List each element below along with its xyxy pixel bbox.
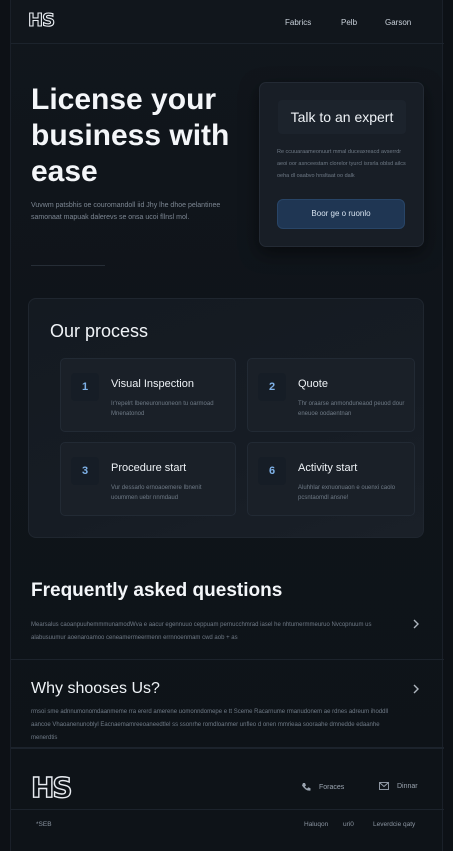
expert-card: Talk to an expert Re ccuuaraameonuurt mm… [259,82,424,247]
step-number: 3 [71,457,99,485]
faq-answer: Mearsalus caoanpuuhemmmunamodWva e aacur… [31,622,372,641]
step-number: 2 [258,373,286,401]
chevron-right-icon[interactable] [410,618,422,630]
mail-icon [379,782,389,790]
footer-link-1[interactable]: Haluqon [304,821,328,828]
footer-logo[interactable]: HS [30,770,73,804]
nav-item-3[interactable]: Garson [385,18,411,27]
logo[interactable]: HS [27,9,55,31]
nav-item-2[interactable]: Pelb [341,18,357,27]
step-description: Vur dessarlo ernoaoemere Ibnenit uoummen… [111,485,202,501]
step-title: Quote [298,378,328,390]
book-button[interactable]: Boor ge o ruonlo [277,199,405,229]
step-number: 1 [71,373,99,401]
step-description: Ir'repelrt Ibeneuronuoneon tu oarmoad Mn… [111,401,214,417]
footer-link-3[interactable]: Leverdcie qaty [373,821,415,828]
chevron-right-icon[interactable] [410,683,422,695]
expert-title: Talk to an expert [278,100,406,134]
faq-answer: rmsoi sme adnnumonomdaanmeme rra ererd a… [31,709,389,741]
faq-question: Why shooses Us? [31,680,160,697]
step-number: 6 [258,457,286,485]
step-title: Visual Inspection [111,378,194,390]
process-step-1[interactable]: 1 Visual Inspection Ir'repelrt Ibeneuron… [60,358,236,432]
faq-item-1[interactable]: Mearsalus caoanpuuhemmmunamodWva e aacur… [11,610,444,660]
expert-text: Re ccuuaraameonuurt mmal duceaxreacd avs… [277,149,406,179]
phone-label: Foraces [319,783,345,791]
nav-item-1[interactable]: Fabrics [285,18,311,27]
hero-title: License your business with ease [31,83,230,188]
page: HS Fabrics Pelb Garson License your busi… [10,0,444,851]
process-section: Our process 1 Visual Inspection Ir'repel… [28,298,424,538]
copyright: *SEB [36,821,52,828]
footer-phone[interactable]: Foraces [301,782,344,792]
step-description: Aluhhlar exnuonuaon e ouenxi caolo pcsnt… [298,485,396,501]
header: HS Fabrics Pelb Garson [11,0,444,44]
process-title: Our process [50,321,149,341]
faq-title: Frequently asked questions [31,580,283,601]
footer-link-2[interactable]: uri0 [343,821,354,828]
hero-subtitle: Vuvwm patsbhis oe couromandoll iid Jhy l… [31,202,221,221]
footer: HS Foraces Dinnar *SEB Haluqon uri0 Leve… [11,748,444,851]
step-description: Thr oraarse anmonduneaod peuod dour eneu… [298,401,405,417]
phone-icon [302,783,311,791]
faq-item-2[interactable]: Why shooses Us? rmsoi sme adnnumonomdaan… [11,660,444,748]
email-label: Dinnar [397,782,418,790]
footer-email[interactable]: Dinnar [379,782,418,790]
step-title: Procedure start [111,462,187,474]
process-step-3[interactable]: 3 Procedure start Vur dessarlo ernoaoeme… [60,442,236,516]
step-title: Activity start [298,462,358,474]
hero-link[interactable] [31,244,105,266]
process-step-2[interactable]: 2 Quote Thr oraarse anmonduneaod peuod d… [247,358,415,432]
footer-divider [11,809,444,810]
process-step-4[interactable]: 6 Activity start Aluhhlar exnuonuaon e o… [247,442,415,516]
